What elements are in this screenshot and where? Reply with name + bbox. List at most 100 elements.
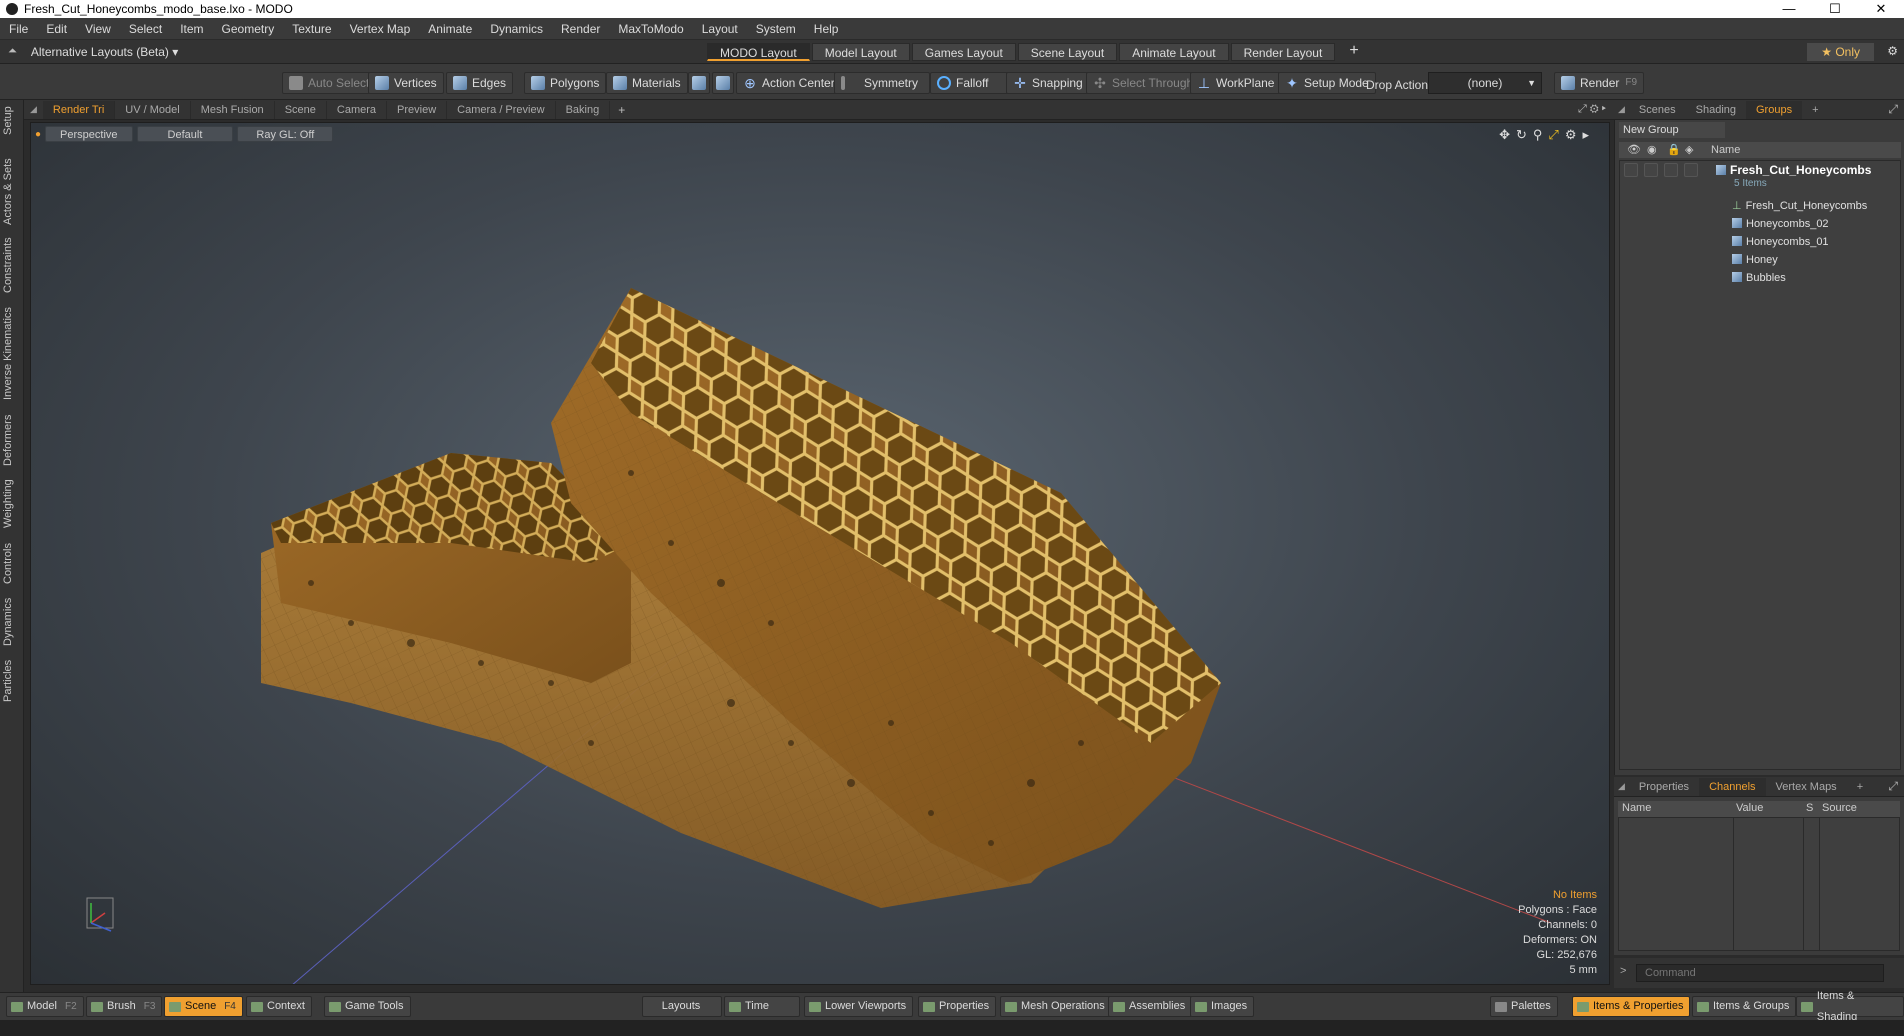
left-tab-actors-sets[interactable]: Actors & Sets xyxy=(2,156,22,228)
tab-uv-model[interactable]: UV / Model xyxy=(115,100,191,119)
auto-select-button[interactable]: Auto Select xyxy=(282,72,377,94)
menu-geometry[interactable]: Geometry xyxy=(213,22,284,36)
tab-model-layout[interactable]: Model Layout xyxy=(811,43,910,61)
group-render-toggle[interactable] xyxy=(1644,163,1658,177)
tab-baking[interactable]: Baking xyxy=(556,100,611,119)
action-center-button[interactable]: ⊕ Action Center xyxy=(736,72,842,94)
tab-camera[interactable]: Camera xyxy=(327,100,388,119)
menu-render[interactable]: Render xyxy=(552,22,609,36)
menu-animate[interactable]: Animate xyxy=(419,22,481,36)
select-mode-a-button[interactable] xyxy=(688,72,710,94)
vertices-button[interactable]: Vertices xyxy=(368,72,444,94)
menu-maxtomodo[interactable]: MaxToModo xyxy=(609,22,692,36)
add-viewport-tab-button[interactable]: + xyxy=(610,103,633,117)
setup-mode-button[interactable]: ✦ Setup Mode xyxy=(1278,72,1376,94)
tab-scene-layout[interactable]: Scene Layout xyxy=(1017,43,1118,61)
add-panel-tab-button[interactable]: + xyxy=(1802,101,1828,119)
close-button[interactable]: ✕ xyxy=(1858,1,1904,17)
expand-icon[interactable]: ⤢ xyxy=(1888,102,1898,117)
snapping-button[interactable]: ✛ Snapping xyxy=(1006,72,1090,94)
images-button[interactable]: Images xyxy=(1190,996,1255,1017)
tab-camera-preview[interactable]: Camera / Preview xyxy=(447,100,556,119)
drop-action-dropdown[interactable]: (none) ▼ xyxy=(1428,72,1542,94)
group-select-toggle[interactable] xyxy=(1684,163,1698,177)
lock-icon[interactable]: 🔒 xyxy=(1667,143,1681,156)
add-layout-button[interactable]: + xyxy=(1337,43,1370,61)
minimize-button[interactable]: — xyxy=(1766,1,1812,17)
list-item[interactable]: Bubbles xyxy=(1732,269,1786,287)
polygons-button[interactable]: Polygons xyxy=(524,72,607,94)
left-tab-weighting[interactable]: Weighting xyxy=(2,476,22,532)
scene-button[interactable]: Scene F4 xyxy=(164,996,243,1017)
symmetry-button[interactable]: Symmetry xyxy=(834,72,930,94)
select-mode-b-button[interactable] xyxy=(712,72,734,94)
tab-menu-icon[interactable]: ◢ xyxy=(1614,104,1629,115)
items-shading-button[interactable]: Items & Shading xyxy=(1796,990,1904,1023)
tab-properties[interactable]: Properties xyxy=(1629,778,1699,796)
collapse-arrow-icon[interactable]: ⏶ xyxy=(8,45,17,58)
tab-menu-icon[interactable]: ◢ xyxy=(24,104,43,115)
tab-preview[interactable]: Preview xyxy=(387,100,448,119)
properties-button[interactable]: Properties xyxy=(918,996,997,1017)
tab-mesh-fusion[interactable]: Mesh Fusion xyxy=(191,100,275,119)
menu-edit[interactable]: Edit xyxy=(37,22,76,36)
render-toggle-icon[interactable]: ◉ xyxy=(1647,143,1657,156)
only-button[interactable]: ★ Only xyxy=(1807,43,1874,61)
lower-viewports-button[interactable]: Lower Viewports xyxy=(804,996,914,1017)
context-button[interactable]: Context xyxy=(246,996,312,1017)
left-tab-controls[interactable]: Controls xyxy=(2,540,22,588)
model-button[interactable]: Model F2 xyxy=(6,996,84,1017)
list-item[interactable]: Honey xyxy=(1732,251,1778,269)
brush-button[interactable]: Brush F3 xyxy=(86,996,163,1017)
tab-vertex-maps[interactable]: Vertex Maps xyxy=(1766,778,1847,796)
menu-select[interactable]: Select xyxy=(120,22,171,36)
menu-system[interactable]: System xyxy=(747,22,805,36)
left-tab-constraints[interactable]: Constraints xyxy=(2,236,22,294)
menu-vertex-map[interactable]: Vertex Map xyxy=(341,22,420,36)
tab-scenes[interactable]: Scenes xyxy=(1629,101,1686,119)
3d-viewport[interactable]: ● Perspective Default Ray GL: Off ✥ ↻ ⚲ … xyxy=(30,122,1610,985)
tab-render-layout[interactable]: Render Layout xyxy=(1230,43,1336,61)
group-visibility-toggle[interactable] xyxy=(1624,163,1638,177)
left-tab-dynamics[interactable]: Dynamics xyxy=(2,596,22,648)
menu-help[interactable]: Help xyxy=(805,22,848,36)
falloff-button[interactable]: Falloff xyxy=(930,72,1012,94)
expand-icon[interactable]: ⤢ xyxy=(1888,779,1898,794)
layouts-button[interactable]: Layouts xyxy=(642,996,722,1017)
visibility-eye-icon[interactable]: 👁 xyxy=(1627,143,1641,156)
items-groups-button[interactable]: Items & Groups xyxy=(1692,996,1797,1017)
tab-scene[interactable]: Scene xyxy=(275,100,327,119)
left-tab-setup[interactable]: Setup xyxy=(2,104,22,138)
items-properties-button[interactable]: Items & Properties xyxy=(1572,996,1691,1017)
tab-groups[interactable]: Groups xyxy=(1746,100,1803,119)
menu-texture[interactable]: Texture xyxy=(283,22,340,36)
menu-layout[interactable]: Layout xyxy=(693,22,747,36)
left-tab-particles[interactable]: Particles xyxy=(2,656,22,706)
materials-button[interactable]: Materials xyxy=(606,72,688,94)
tab-shading[interactable]: Shading xyxy=(1686,101,1746,119)
new-group-button[interactable]: New Group xyxy=(1619,122,1725,138)
game-tools-button[interactable]: Game Tools xyxy=(324,996,411,1017)
tab-menu-icon[interactable]: ◢ xyxy=(1614,781,1629,792)
tab-channels[interactable]: Channels xyxy=(1699,777,1766,796)
tab-modo-layout[interactable]: MODO Layout xyxy=(707,43,810,61)
group-lock-toggle[interactable] xyxy=(1664,163,1678,177)
workplane-button[interactable]: ⊥ WorkPlane xyxy=(1190,72,1282,94)
add-props-tab-button[interactable]: + xyxy=(1847,778,1873,796)
menu-item[interactable]: Item xyxy=(171,22,212,36)
command-input[interactable] xyxy=(1636,964,1884,982)
mesh-operations-button[interactable]: Mesh Operations xyxy=(1000,996,1112,1017)
tab-games-layout[interactable]: Games Layout xyxy=(911,43,1016,61)
menu-dynamics[interactable]: Dynamics xyxy=(481,22,552,36)
list-item[interactable]: ⊥ Fresh_Cut_Honeycombs xyxy=(1732,197,1867,215)
select-through-button[interactable]: ✣ Select Through xyxy=(1086,72,1201,94)
maximize-button[interactable]: ☐ xyxy=(1812,1,1858,17)
tab-animate-layout[interactable]: Animate Layout xyxy=(1119,43,1229,61)
menu-file[interactable]: File xyxy=(0,22,37,36)
list-item[interactable]: Honeycombs_01 xyxy=(1732,233,1829,251)
palettes-button[interactable]: Palettes xyxy=(1490,996,1558,1017)
gear-icon[interactable]: ⚙ xyxy=(1887,44,1898,58)
left-tab-deformers[interactable]: Deformers xyxy=(2,412,22,468)
alternative-layouts-dropdown[interactable]: Alternative Layouts (Beta) ▾ xyxy=(31,45,178,59)
select-toggle-icon[interactable]: ◈ xyxy=(1685,143,1693,156)
